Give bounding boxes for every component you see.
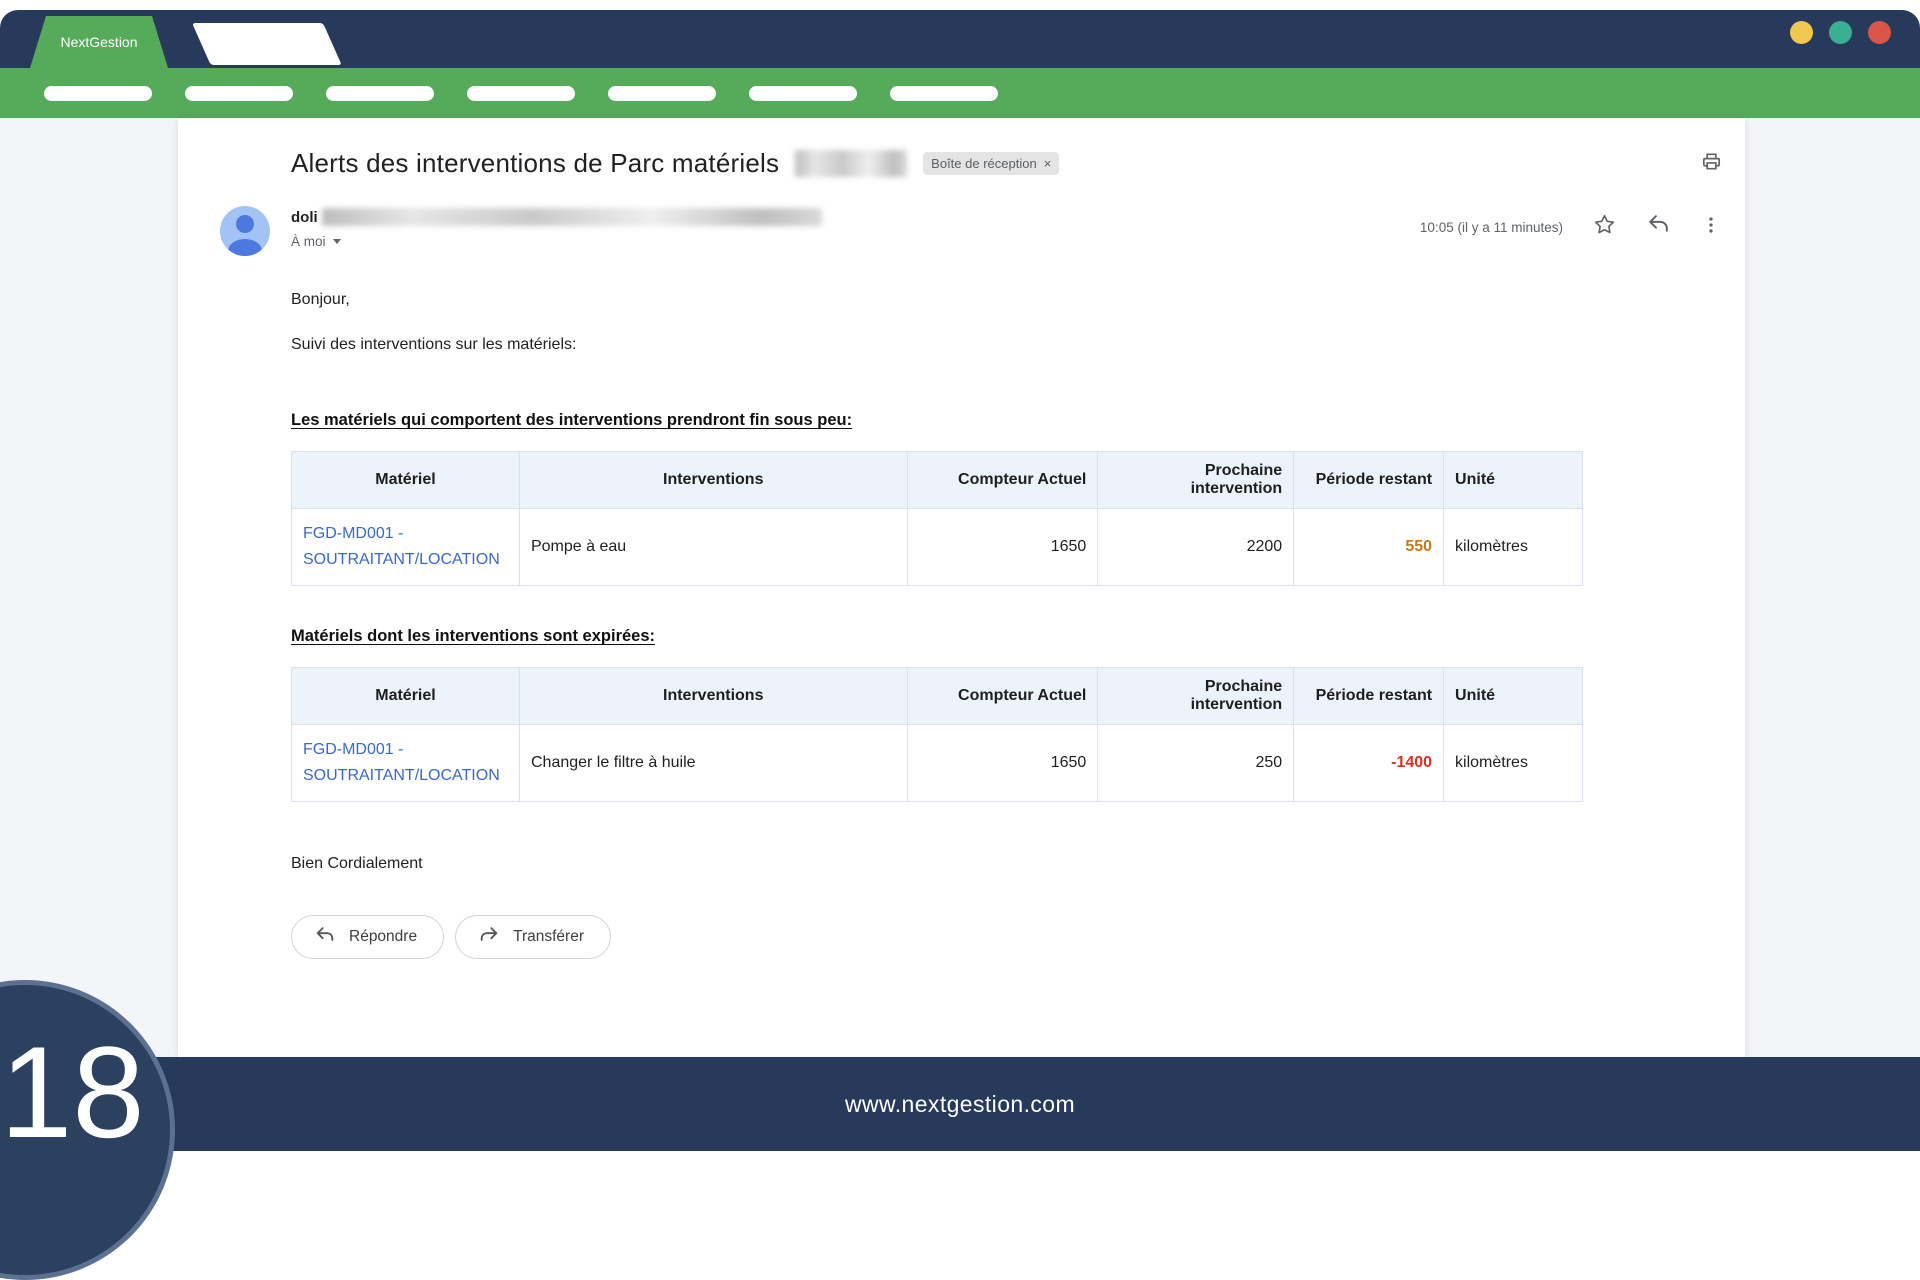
- sender-row: doli À moi 10:05 (il y a 11 minutes): [220, 206, 1722, 256]
- table-header-row: Matériel Interventions Compteur Actuel P…: [292, 452, 1583, 509]
- page-number: 18: [0, 1027, 145, 1157]
- secondary-tab-placeholder[interactable]: [192, 23, 342, 65]
- forward-button[interactable]: Transférer: [455, 915, 611, 959]
- header-unite: Unité: [1444, 668, 1583, 725]
- brand-tab[interactable]: NextGestion: [30, 16, 168, 68]
- unite-cell: kilomètres: [1444, 509, 1583, 586]
- email-subject: Alerts des interventions de Parc matérie…: [291, 148, 779, 179]
- periode-restant-cell: -1400: [1294, 725, 1444, 802]
- nav-placeholder-pill[interactable]: [185, 86, 293, 101]
- compteur-cell: 1650: [907, 509, 1098, 586]
- message-header-actions: 10:05 (il y a 11 minutes): [1420, 206, 1722, 242]
- footer-url: www.nextgestion.com: [845, 1091, 1075, 1118]
- nav-placeholder-pill[interactable]: [44, 86, 152, 101]
- to-label: À moi: [291, 234, 326, 249]
- upcoming-interventions-table: Matériel Interventions Compteur Actuel P…: [291, 451, 1583, 586]
- header-materiel: Matériel: [292, 668, 520, 725]
- reply-button-label: Répondre: [349, 928, 417, 946]
- close-dot[interactable]: [1868, 21, 1891, 44]
- table-header-row: Matériel Interventions Compteur Actuel P…: [292, 668, 1583, 725]
- section-expired-title: Matériels dont les interventions sont ex…: [291, 627, 1583, 646]
- more-options-button[interactable]: [1700, 214, 1722, 241]
- nav-placeholder-pill[interactable]: [608, 86, 716, 101]
- footer-bar: www.nextgestion.com: [0, 1057, 1920, 1151]
- header-materiel: Matériel: [292, 452, 520, 509]
- intro-text: Suivi des interventions sur les matériel…: [291, 336, 1583, 354]
- page-background: Alerts des interventions de Parc matérie…: [0, 118, 1920, 1057]
- inbox-label-text: Boîte de réception: [931, 156, 1037, 171]
- forward-arrow-icon: [478, 924, 500, 951]
- nav-bar: [0, 68, 1920, 118]
- brand-label: NextGestion: [60, 34, 137, 50]
- header-compteur: Compteur Actuel: [907, 668, 1098, 725]
- section-upcoming-title: Les matériels qui comportent des interve…: [291, 411, 1583, 430]
- nav-placeholder-pill[interactable]: [467, 86, 575, 101]
- header-interventions: Interventions: [519, 668, 907, 725]
- minimize-dot[interactable]: [1790, 21, 1813, 44]
- table-row: FGD-MD001 - SOUTRAITANT/LOCATION Pompe à…: [292, 509, 1583, 586]
- message-timestamp: 10:05 (il y a 11 minutes): [1420, 220, 1563, 235]
- materiel-link[interactable]: FGD-MD001 - SOUTRAITANT/LOCATION: [303, 525, 500, 568]
- sender-avatar[interactable]: [220, 206, 270, 256]
- table-row: FGD-MD001 - SOUTRAITANT/LOCATION Changer…: [292, 725, 1583, 802]
- nav-placeholder-pill[interactable]: [326, 86, 434, 101]
- print-button[interactable]: [1700, 150, 1723, 178]
- window-controls: [1790, 21, 1891, 44]
- reply-arrow-icon: [1646, 212, 1671, 242]
- printer-icon: [1700, 150, 1723, 178]
- header-prochaine: Prochaine intervention: [1098, 668, 1294, 725]
- intervention-cell: Changer le filtre à huile: [519, 725, 907, 802]
- prochaine-cell: 250: [1098, 725, 1294, 802]
- maximize-dot[interactable]: [1829, 21, 1852, 44]
- nav-placeholder-pill[interactable]: [749, 86, 857, 101]
- star-button[interactable]: [1592, 212, 1617, 242]
- compteur-cell: 1650: [907, 725, 1098, 802]
- nav-placeholder-pill[interactable]: [890, 86, 998, 101]
- greeting-text: Bonjour,: [291, 291, 1583, 309]
- header-periode: Période restant: [1294, 452, 1444, 509]
- header-compteur: Compteur Actuel: [907, 452, 1098, 509]
- inbox-label-chip[interactable]: Boîte de réception ×: [923, 152, 1059, 175]
- chevron-down-icon: [333, 239, 341, 244]
- header-periode: Période restant: [1294, 668, 1444, 725]
- chip-close-icon[interactable]: ×: [1044, 156, 1052, 171]
- periode-restant-cell: 550: [1294, 509, 1444, 586]
- email-actions: Répondre Transférer: [291, 915, 1583, 959]
- subject-row: Alerts des interventions de Parc matérie…: [291, 148, 1723, 179]
- intervention-cell: Pompe à eau: [519, 509, 907, 586]
- header-unite: Unité: [1444, 452, 1583, 509]
- redacted-sender-address: [322, 208, 822, 226]
- redacted-subject-text: [795, 150, 907, 177]
- sender-name: doli: [291, 209, 318, 226]
- prochaine-cell: 2200: [1098, 509, 1294, 586]
- recipient-toggle[interactable]: À moi: [291, 234, 822, 249]
- email-body: Bonjour, Suivi des interventions sur les…: [291, 291, 1583, 959]
- forward-button-label: Transférer: [513, 928, 584, 946]
- three-dots-icon: [1700, 214, 1722, 241]
- reply-arrow-icon: [314, 924, 336, 951]
- expired-interventions-table: Matériel Interventions Compteur Actuel P…: [291, 667, 1583, 802]
- email-panel: Alerts des interventions de Parc matérie…: [178, 118, 1745, 1057]
- browser-titlebar: NextGestion: [0, 10, 1920, 68]
- reply-button-icon-top[interactable]: [1646, 212, 1671, 242]
- reply-button[interactable]: Répondre: [291, 915, 444, 959]
- materiel-link[interactable]: FGD-MD001 - SOUTRAITANT/LOCATION: [303, 741, 500, 784]
- header-prochaine: Prochaine intervention: [1098, 452, 1294, 509]
- closing-text: Bien Cordialement: [291, 855, 1583, 873]
- star-icon: [1592, 212, 1617, 242]
- unite-cell: kilomètres: [1444, 725, 1583, 802]
- header-interventions: Interventions: [519, 452, 907, 509]
- sender-info: doli À moi: [291, 206, 822, 249]
